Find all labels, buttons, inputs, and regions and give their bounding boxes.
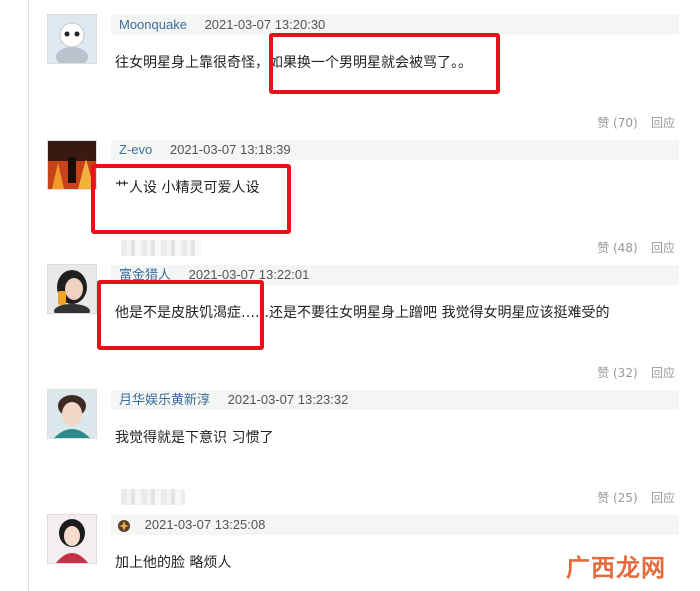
like-button[interactable]: 赞 (32): [597, 366, 637, 380]
blurred-region: [121, 240, 201, 256]
avatar[interactable]: [47, 389, 97, 439]
comment-meta: 2021-03-07 13:25:08: [111, 515, 679, 535]
timestamp: 2021-03-07 13:18:39: [169, 142, 291, 157]
blurred-region: [121, 489, 185, 505]
watermark: 广西龙网: [566, 554, 666, 582]
reply-button[interactable]: 回应: [651, 366, 675, 380]
comment-actions: 赞 (25) 回应: [587, 489, 675, 506]
comment-list: Moonquake 2021-03-07 13:20:30 往女明星身上靠很奇怪…: [28, 0, 700, 591]
timestamp: 2021-03-07 13:20:30: [204, 17, 326, 32]
reply-button[interactable]: 回应: [651, 241, 675, 255]
like-button[interactable]: 赞 (48): [597, 241, 637, 255]
comment-meta: Moonquake 2021-03-07 13:20:30: [111, 15, 679, 35]
avatar[interactable]: [47, 14, 97, 64]
comment-actions: 赞 (48) 回应: [587, 239, 675, 256]
highlight-box: [269, 33, 500, 94]
highlight-box: [97, 280, 264, 350]
username-link[interactable]: Z-evo: [119, 142, 152, 157]
avatar[interactable]: [47, 264, 97, 314]
comment-text: 加上他的脸 略烦人: [115, 555, 232, 571]
comment-meta: Z-evo 2021-03-07 13:18:39: [111, 140, 679, 160]
avatar[interactable]: [47, 140, 97, 190]
highlight-box: [91, 164, 291, 234]
timestamp: 2021-03-07 13:25:08: [144, 517, 266, 532]
username-link[interactable]: 月华娱乐黄新淳: [119, 392, 210, 407]
comment-meta: 月华娱乐黄新淳 2021-03-07 13:23:32: [111, 390, 679, 410]
like-button[interactable]: 赞 (70): [597, 116, 637, 130]
timestamp: 2021-03-07 13:23:32: [227, 392, 349, 407]
reply-button[interactable]: 回应: [651, 116, 675, 130]
avatar[interactable]: [47, 514, 97, 564]
comment-actions: 赞 (70) 回应: [587, 114, 675, 131]
comment-actions: 赞 (32) 回应: [587, 364, 675, 381]
reply-button[interactable]: 回应: [651, 491, 675, 505]
comment-text: 我觉得就是下意识 习惯了: [115, 430, 274, 446]
user-badge-icon: [117, 519, 131, 533]
username-link[interactable]: Moonquake: [119, 17, 187, 32]
like-button[interactable]: 赞 (25): [597, 491, 637, 505]
